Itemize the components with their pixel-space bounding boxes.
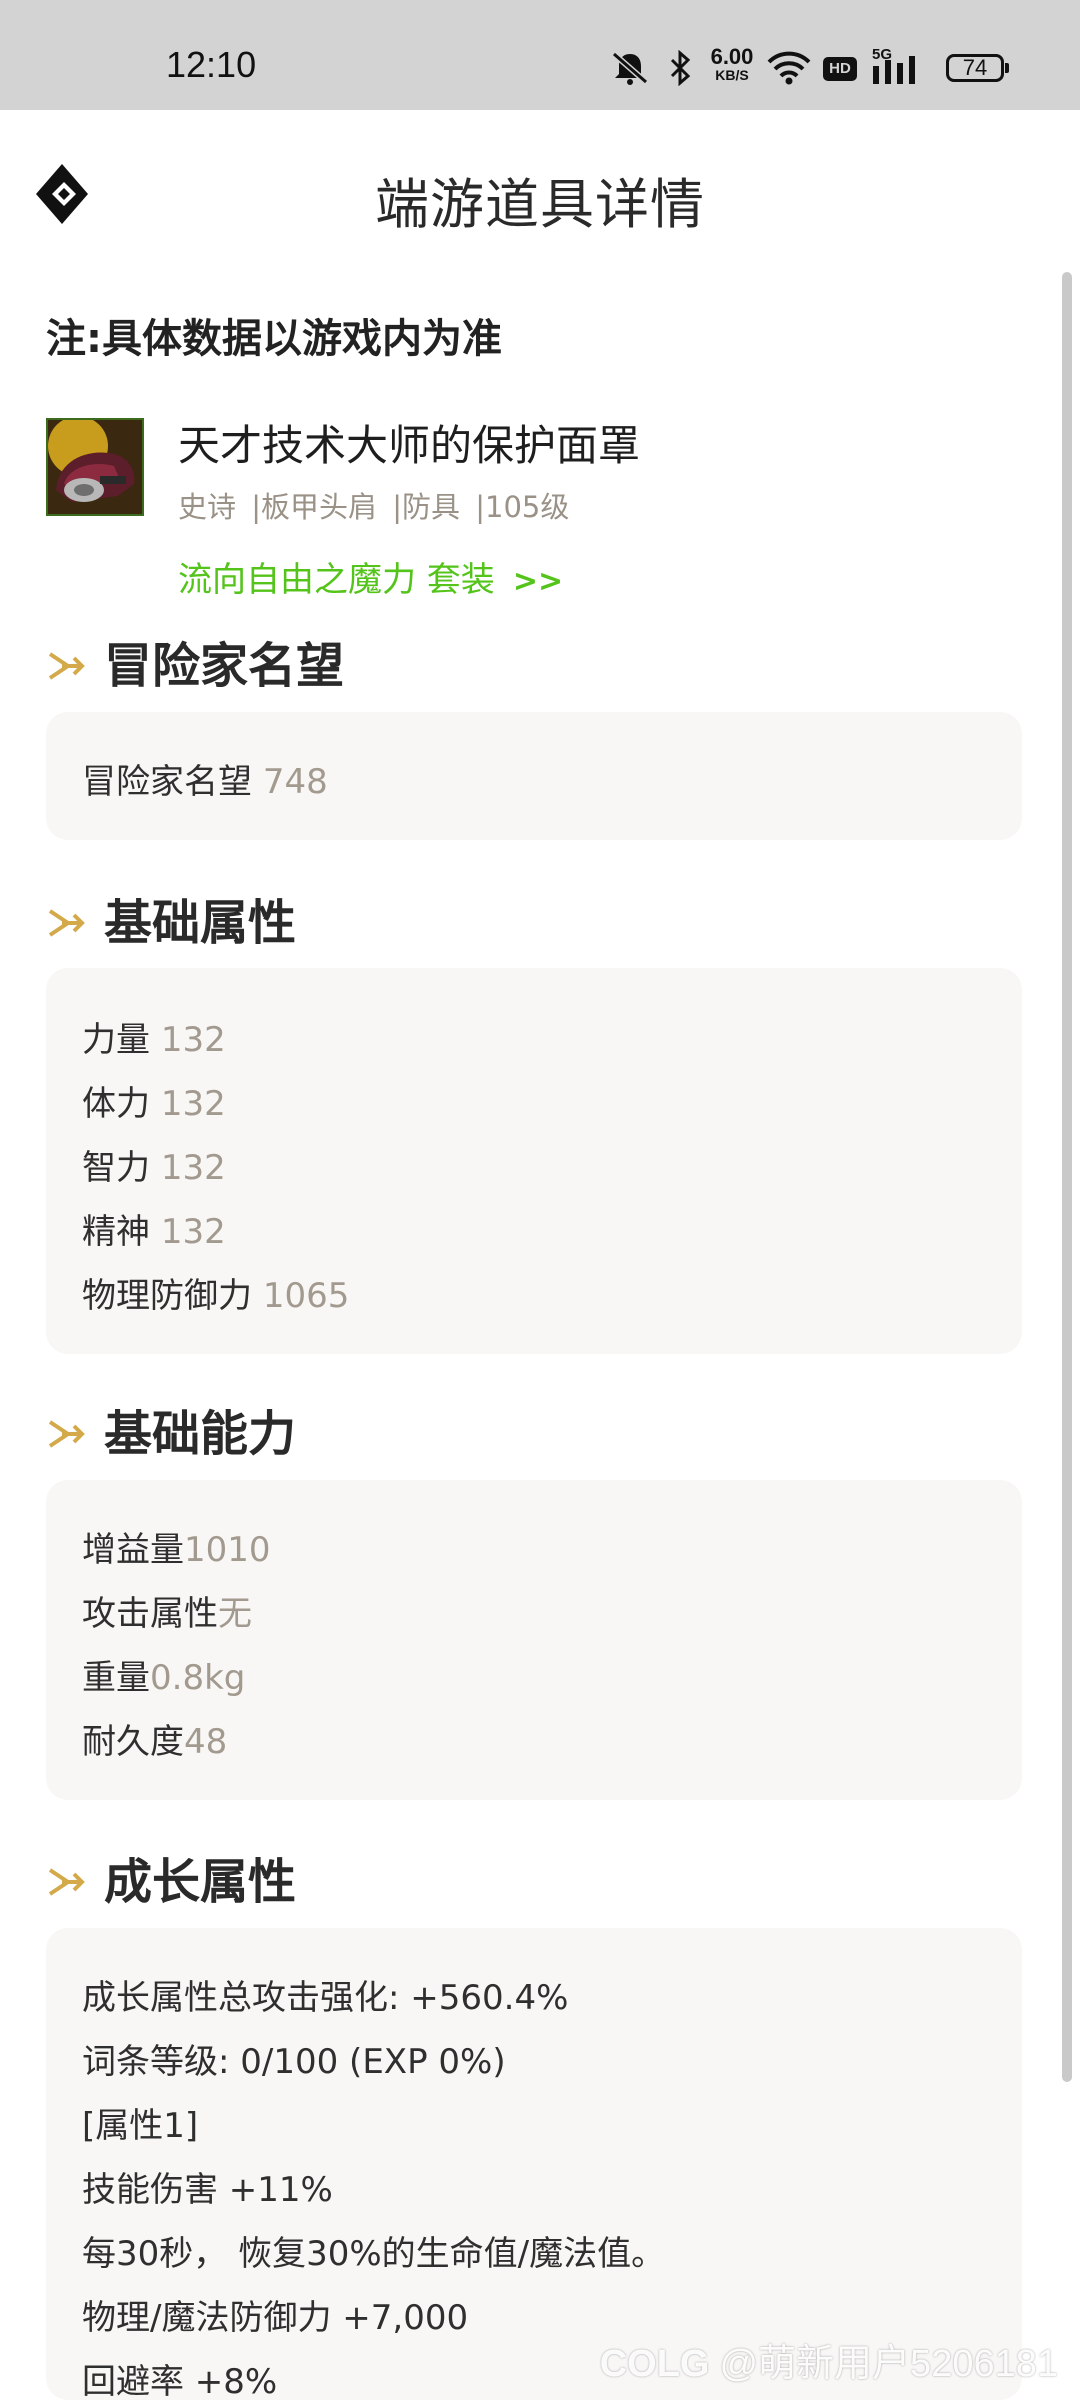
stat-row: 力量 132 — [82, 1012, 226, 1061]
stat-value: 无 — [218, 1594, 252, 1634]
stat-label: 精神 — [82, 1212, 161, 1252]
stat-row: 增益量1010 — [82, 1522, 271, 1571]
mute-bell-icon — [612, 51, 648, 85]
stat-label: 力量 — [82, 1020, 161, 1060]
stat-value: 48 — [184, 1722, 228, 1762]
stat-value: 1065 — [262, 1276, 350, 1316]
stat-row: 攻击属性无 — [82, 1586, 252, 1635]
item-meta: 史诗 |板甲头肩 |防具 |105级 — [178, 484, 575, 526]
section-arrow-icon — [48, 909, 85, 937]
stat-value: 748 — [262, 762, 328, 802]
stat-row: 重量0.8kg — [82, 1650, 245, 1699]
stat-label: 物理防御力 — [82, 1276, 263, 1316]
signal-icon — [873, 56, 915, 84]
item-slot: |板甲头肩 — [251, 490, 378, 524]
stat-label: 攻击属性 — [82, 1594, 218, 1634]
set-name: 流向自由之魔力 套装 — [178, 560, 495, 600]
stat-value: 0.8kg — [150, 1658, 246, 1698]
growth-row: [属性1] — [82, 2106, 199, 2146]
disclaimer-note: 注:具体数据以游戏内为准 — [46, 316, 502, 362]
section-title-fame: 冒险家名望 — [46, 626, 344, 696]
stat-row: 冒险家名望 748 — [82, 754, 328, 803]
stat-value: 132 — [160, 1148, 226, 1188]
set-link[interactable]: 流向自由之魔力 套装 >> — [178, 552, 563, 601]
growth-row: 词条等级: 0/100 (EXP 0%) — [82, 2042, 506, 2082]
section-title-base-ability: 基础能力 — [46, 1394, 296, 1464]
stat-row: 精神 132 — [82, 1204, 226, 1253]
item-category: |防具 — [392, 490, 461, 524]
growth-row: 成长属性总攻击强化: +560.4% — [82, 1978, 569, 2018]
card-growth: 成长属性总攻击强化: +560.4% 词条等级: 0/100 (EXP 0%) … — [46, 1928, 1022, 2402]
section-arrow-icon — [48, 1420, 85, 1448]
speed-unit: KB/S — [715, 67, 749, 83]
scrollbar[interactable] — [1062, 272, 1072, 2082]
stat-row: 耐久度48 — [82, 1714, 227, 1763]
stat-label: 冒险家名望 — [82, 762, 263, 802]
watermark-user: @萌新用户5206181 — [719, 2343, 1058, 2385]
card-fame: 冒险家名望 748 — [46, 712, 1022, 840]
battery-indicator: 74 — [946, 54, 1009, 82]
card-base-stats: 力量 132 体力 132 智力 132 精神 132 物理防御力 1065 — [46, 968, 1022, 1354]
item-rarity: 史诗 — [178, 490, 237, 524]
status-time: 12:10 — [166, 44, 257, 85]
wifi-icon — [767, 51, 811, 85]
section-title-text: 基础属性 — [104, 895, 297, 951]
growth-row: 物理/魔法防御力 +7,000 — [82, 2298, 469, 2338]
page-title: 端游道具详情 — [375, 173, 705, 236]
section-title-text: 冒险家名望 — [104, 638, 345, 694]
growth-row: 每30秒， 恢复30%的生命值/魔法值。 — [82, 2234, 666, 2274]
item-level: |105级 — [475, 490, 570, 524]
card-base-ability: 增益量1010 攻击属性无 重量0.8kg 耐久度48 — [46, 1480, 1022, 1800]
section-title-text: 成长属性 — [104, 1854, 297, 1910]
network-speed: 6.00 KB/S — [704, 44, 760, 83]
stat-label: 体力 — [82, 1084, 161, 1124]
section-title-base-stats: 基础属性 — [46, 883, 296, 953]
status-bar: 12:10 6.00 KB/S HD 5G 74 — [0, 0, 1080, 110]
stat-value: 132 — [160, 1212, 226, 1252]
set-arrows: >> — [512, 564, 564, 599]
bluetooth-icon — [670, 50, 691, 86]
watermark: COLG @萌新用户5206181 — [600, 2332, 1058, 2387]
section-arrow-icon — [48, 1868, 85, 1896]
stat-row: 体力 132 — [82, 1076, 226, 1125]
speed-value: 6.00 — [710, 44, 754, 69]
growth-row: 技能伤害 +11% — [82, 2170, 333, 2210]
item-name: 天才技术大师的保护面罩 — [178, 421, 641, 470]
stat-row: 物理防御力 1065 — [82, 1268, 349, 1317]
stat-value: 132 — [160, 1084, 226, 1124]
stat-value: 1010 — [184, 1530, 271, 1570]
item-helmet-icon — [46, 418, 144, 516]
stat-label: 增益量 — [82, 1530, 184, 1570]
stat-row: 智力 132 — [82, 1140, 226, 1189]
section-arrow-icon — [48, 652, 85, 680]
growth-row: 回避率 +8% — [82, 2362, 278, 2402]
stat-label: 智力 — [82, 1148, 161, 1188]
stat-value: 132 — [160, 1020, 226, 1060]
hd-badge: HD — [823, 57, 857, 81]
stat-label: 重量 — [82, 1658, 150, 1698]
page-header: 端游道具详情 — [0, 110, 1080, 280]
stat-label: 耐久度 — [82, 1722, 184, 1762]
section-title-text: 基础能力 — [104, 1406, 297, 1462]
section-title-growth: 成长属性 — [46, 1842, 296, 1912]
watermark-brand: COLG — [599, 2343, 710, 2385]
